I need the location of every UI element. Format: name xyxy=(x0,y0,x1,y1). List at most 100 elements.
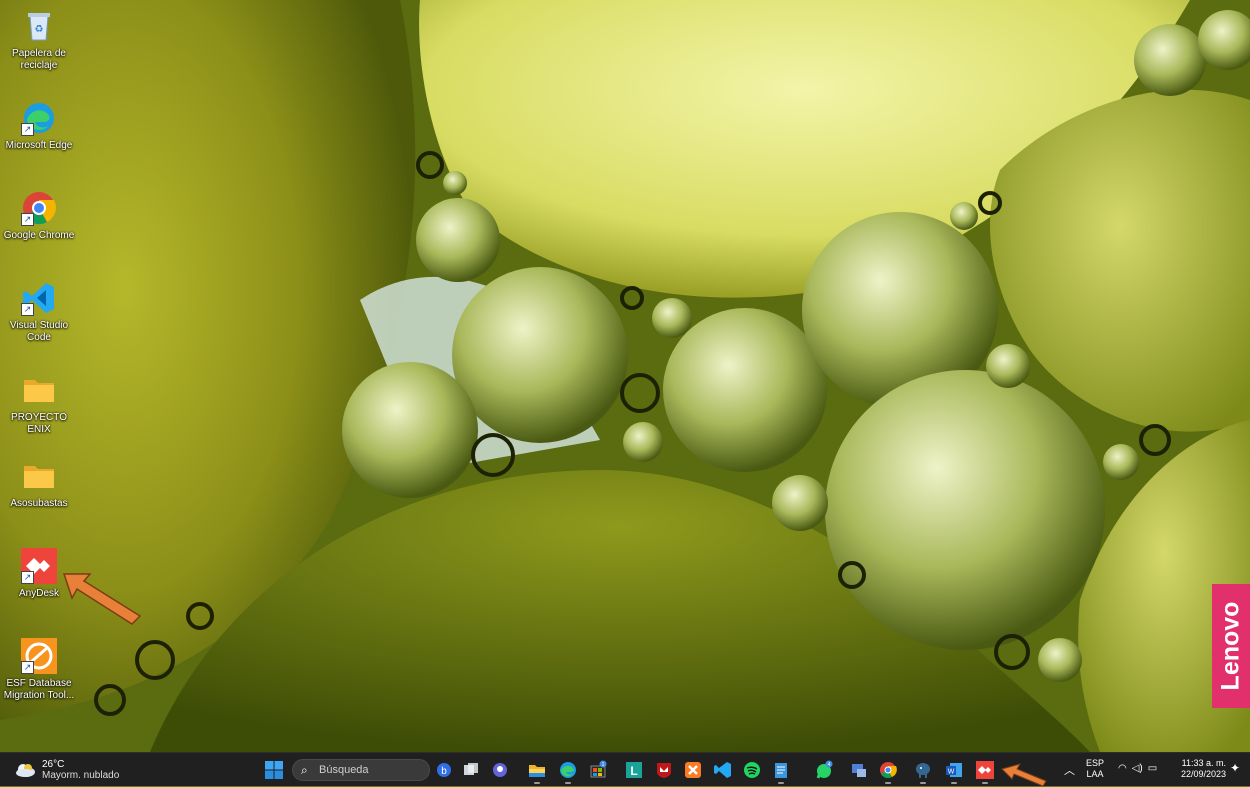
svg-text:b: b xyxy=(441,766,447,777)
whatsapp-icon: 4 xyxy=(816,760,833,779)
shortcut-arrow-icon: ↗ xyxy=(21,213,34,226)
desktop-icon-edge[interactable]: ↗ Microsoft Edge xyxy=(0,100,78,152)
clock[interactable]: 11:33 a. m. 22/09/2023 xyxy=(1178,758,1226,780)
chrome-icon: ↗ xyxy=(21,190,57,226)
shortcut-arrow-icon: ↗ xyxy=(21,571,34,584)
running-indicator xyxy=(778,782,784,784)
running-indicator xyxy=(920,782,926,784)
mcafee-icon xyxy=(657,763,671,778)
annotation-arrow-icon xyxy=(62,573,142,625)
chrome-icon xyxy=(880,762,897,779)
taskbar-postgres[interactable] xyxy=(913,760,933,780)
desktop-icon-recycle-bin[interactable]: ♻ Papelera de reciclaje xyxy=(0,8,78,72)
weather-widget[interactable]: 26°C Mayorm. nublado xyxy=(14,757,119,783)
desktop-icon-label: Visual Studio Code xyxy=(9,320,69,343)
store-badge: 1 xyxy=(602,762,605,768)
taskbar-file-explorer[interactable] xyxy=(527,760,547,780)
word-icon: W xyxy=(946,763,962,777)
desktop-icon-vscode[interactable]: ↗ Visual Studio Code xyxy=(0,280,78,344)
postgres-icon xyxy=(916,763,930,778)
desktop-icon-esf-migration[interactable]: ↗ ESF Database Migration Tool... xyxy=(0,638,78,702)
task-view-icon xyxy=(464,763,478,775)
desktop-icon-folder-asosubastas[interactable]: Asosubastas xyxy=(0,458,78,510)
desktop-icon-label: ESF Database Migration Tool... xyxy=(3,678,75,701)
taskbar-notepad[interactable] xyxy=(771,760,791,780)
edge-icon xyxy=(560,762,576,778)
desktop-icon-label: Papelera de reciclaje xyxy=(12,48,66,71)
running-indicator xyxy=(951,782,957,784)
keyboard-layout: LAA xyxy=(1086,769,1104,779)
desktop-wallpaper xyxy=(0,0,1250,752)
notification-bell-icon[interactable]: ✦ xyxy=(1230,761,1240,775)
taskbar-edge[interactable] xyxy=(558,760,578,780)
notepad-icon xyxy=(775,763,787,778)
volume-icon: ◁) xyxy=(1131,763,1143,774)
taskbar: 26°C Mayorm. nublado ⌕ Búsqueda b 1 L 4 … xyxy=(0,752,1250,787)
wifi-icon: ◠ xyxy=(1118,763,1127,774)
shortcut-arrow-icon: ↗ xyxy=(21,661,34,674)
taskbar-spotify[interactable] xyxy=(742,760,762,780)
svg-text:W: W xyxy=(948,769,955,776)
desktop-icon-chrome[interactable]: ↗ Google Chrome xyxy=(0,190,78,242)
system-tray: ︿ ESP LAA ◠ ◁) ▭ 11:33 a. m. 22/09/2023 … xyxy=(1060,753,1250,787)
lenovo-logo: Lenovo xyxy=(1212,584,1250,708)
vscode-icon: ↗ xyxy=(21,280,57,316)
taskbar-mcafee[interactable] xyxy=(654,760,674,780)
teams-chat-icon xyxy=(493,763,507,777)
desktop-icon-folder-proyecto-enix[interactable]: PROYECTO ENIX xyxy=(0,372,78,436)
file-explorer-icon xyxy=(529,765,545,777)
search-box[interactable]: ⌕ Búsqueda xyxy=(292,759,430,781)
lenovo-wordmark: Lenovo xyxy=(1216,601,1245,691)
taskbar-bing-chat[interactable]: b xyxy=(434,760,454,780)
taskbar-xampp[interactable] xyxy=(683,760,703,780)
anydesk-icon xyxy=(976,761,994,779)
taskbar-whatsapp[interactable]: 4 xyxy=(814,760,834,780)
windows-icon xyxy=(265,761,283,779)
esf-icon: ↗ xyxy=(21,638,57,674)
desktop-icon-label: Microsoft Edge xyxy=(5,140,73,151)
bing-chat-icon: b xyxy=(437,763,451,777)
svg-text:L: L xyxy=(630,764,637,778)
taskbar-word[interactable]: W xyxy=(944,760,964,780)
shortcut-arrow-icon: ↗ xyxy=(21,123,34,136)
folder-icon xyxy=(21,458,57,494)
taskbar-teams-chat[interactable] xyxy=(490,760,510,780)
network-volume-battery[interactable]: ◠ ◁) ▭ xyxy=(1118,763,1157,774)
edge-icon: ↗ xyxy=(21,100,57,136)
annotation-arrow-icon xyxy=(1001,763,1047,787)
desktop-icon-label: Google Chrome xyxy=(3,230,75,241)
language-indicator[interactable]: ESP LAA xyxy=(1086,758,1104,780)
taskbar-store[interactable]: 1 xyxy=(588,760,608,780)
start-button[interactable] xyxy=(264,760,284,780)
l-app-icon: L xyxy=(626,762,642,778)
search-placeholder: Búsqueda xyxy=(319,764,369,776)
taskbar-remote-app[interactable] xyxy=(849,760,869,780)
running-indicator xyxy=(885,782,891,784)
shortcut-arrow-icon: ↗ xyxy=(21,303,34,316)
clock-date: 22/09/2023 xyxy=(1180,769,1226,779)
svg-text:♻: ♻ xyxy=(35,24,44,35)
clock-time: 11:33 a. m. xyxy=(1181,758,1226,768)
whatsapp-badge: 4 xyxy=(828,762,831,768)
spotify-icon xyxy=(744,762,760,778)
store-icon: 1 xyxy=(590,760,607,778)
desktop-icon-label: Asosubastas xyxy=(10,498,68,509)
desktop-icon-label: PROYECTO ENIX xyxy=(11,412,67,435)
taskbar-chrome[interactable] xyxy=(878,760,898,780)
running-indicator xyxy=(534,782,540,784)
weather-temp: 26°C xyxy=(42,759,65,770)
cloud-icon xyxy=(16,764,35,777)
vscode-icon xyxy=(714,762,731,778)
taskbar-l-app[interactable]: L xyxy=(624,760,644,780)
running-indicator xyxy=(565,782,571,784)
taskbar-task-view[interactable] xyxy=(461,760,481,780)
running-indicator xyxy=(982,782,988,784)
taskbar-anydesk[interactable] xyxy=(975,760,995,780)
anydesk-icon: ↗ xyxy=(21,548,57,584)
weather-condition: Mayorm. nublado xyxy=(42,770,120,781)
remote-app-icon xyxy=(852,764,866,777)
taskbar-vscode[interactable] xyxy=(713,760,733,780)
xampp-icon xyxy=(685,762,701,778)
tray-overflow-chevron-icon[interactable]: ︿ xyxy=(1064,762,1075,778)
recycle-bin-icon: ♻ xyxy=(21,8,57,44)
